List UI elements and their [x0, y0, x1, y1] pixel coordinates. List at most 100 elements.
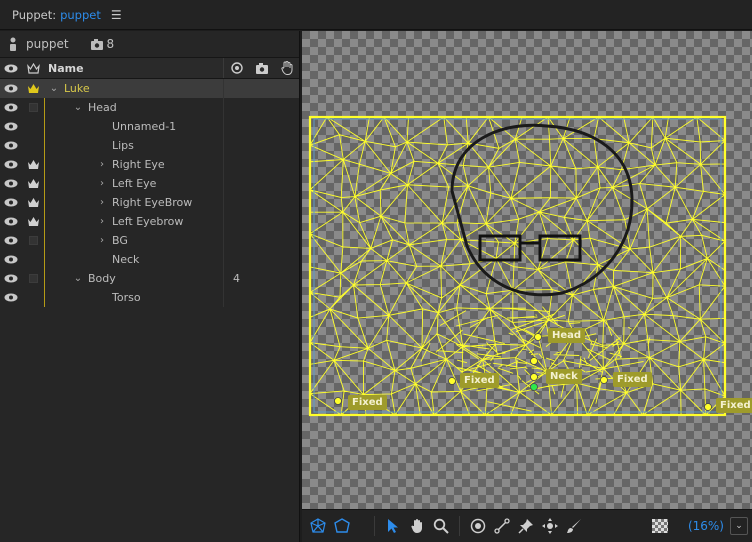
puppet-handle-dot[interactable] — [334, 397, 342, 405]
handle-label-fixed-mid-right[interactable]: Fixed — [613, 372, 652, 387]
layer-value-cell — [223, 117, 299, 136]
layer-row[interactable]: › Right Eye — [0, 155, 299, 174]
eye-icon[interactable] — [0, 293, 22, 302]
layer-value-cell: 4 — [223, 269, 299, 288]
eye-icon[interactable] — [0, 198, 22, 207]
chevron-icon[interactable]: › — [96, 178, 108, 189]
layer-name-cell[interactable]: Neck — [44, 250, 223, 269]
brush-tool-icon[interactable] — [562, 514, 586, 538]
layer-row[interactable]: › Right EyeBrow — [0, 193, 299, 212]
eye-icon[interactable] — [0, 274, 22, 283]
camera-icon[interactable] — [255, 62, 268, 74]
layer-name-cell[interactable]: Torso — [44, 288, 223, 307]
zoom-dropdown-chevron-icon[interactable]: ⌄ — [730, 517, 748, 535]
chevron-icon[interactable]: › — [96, 197, 108, 208]
crown-placeholder[interactable] — [22, 231, 44, 250]
layer-row[interactable]: ⌄ Luke — [0, 79, 299, 98]
hierarchy-line — [44, 231, 45, 250]
layer-name-cell[interactable]: › BG — [44, 231, 223, 250]
stick-tool-icon[interactable] — [490, 514, 514, 538]
crown-icon[interactable] — [22, 79, 44, 98]
layer-value-cell — [223, 98, 299, 117]
eye-icon[interactable] — [0, 160, 22, 169]
crown-icon[interactable] — [22, 212, 44, 231]
layer-row[interactable]: Neck — [0, 250, 299, 269]
puppet-handle-dot[interactable] — [448, 377, 456, 385]
chevron-icon[interactable]: ⌄ — [72, 273, 84, 284]
chevron-icon[interactable]: › — [96, 216, 108, 227]
layer-value-cell — [223, 79, 299, 98]
layer-row[interactable]: ⌄ Head — [0, 98, 299, 117]
hand-pointer-icon[interactable] — [280, 61, 293, 75]
layer-name: Left Eye — [112, 177, 157, 190]
select-arrow-icon[interactable] — [381, 514, 405, 538]
scene-viewport[interactable]: Head Neck Fixed Fixed Fixed Fixed — [302, 31, 752, 509]
handle-label-fixed-right[interactable]: Fixed — [716, 398, 752, 413]
crown-placeholder[interactable] — [22, 98, 44, 117]
eye-icon[interactable] — [0, 255, 22, 264]
layer-name-cell[interactable]: ⌄ Head — [44, 98, 223, 117]
chevron-icon[interactable]: › — [96, 235, 108, 246]
crown-placeholder[interactable] — [22, 269, 44, 288]
outline-view-icon[interactable] — [330, 514, 354, 538]
layer-row[interactable]: Torso — [0, 288, 299, 307]
handle-label-head[interactable]: Head — [548, 328, 586, 343]
eye-icon[interactable] — [0, 141, 22, 150]
crown-icon[interactable] — [22, 155, 44, 174]
mesh-view-icon[interactable] — [306, 514, 330, 538]
crown-icon[interactable] — [22, 174, 44, 193]
layer-row[interactable]: Lips — [0, 136, 299, 155]
pin-tool-icon[interactable] — [514, 514, 538, 538]
zoom-level[interactable]: (16%) — [688, 519, 724, 533]
layer-row[interactable]: › BG — [0, 231, 299, 250]
layer-name-cell[interactable]: Lips — [44, 136, 223, 155]
layer-row[interactable]: › Left Eye — [0, 174, 299, 193]
name-column-header[interactable]: Name — [44, 62, 223, 75]
hand-pan-icon[interactable] — [405, 514, 429, 538]
layer-name-cell[interactable]: Unnamed-1 — [44, 117, 223, 136]
layer-name-cell[interactable]: › Right EyeBrow — [44, 193, 223, 212]
eye-icon[interactable] — [0, 84, 22, 93]
column-tool-icons — [223, 58, 299, 78]
hierarchy-line — [44, 193, 45, 212]
chevron-icon[interactable]: ⌄ — [72, 102, 84, 113]
eye-icon[interactable] — [0, 179, 22, 188]
puppet-handle-dot[interactable] — [530, 357, 538, 365]
handle-tool-icon[interactable] — [466, 514, 490, 538]
layer-name-cell[interactable]: › Right Eye — [44, 155, 223, 174]
layer-row[interactable]: › Left Eyebrow — [0, 212, 299, 231]
hamburger-icon[interactable]: ☰ — [111, 8, 122, 22]
recording-count: 8 — [90, 37, 114, 51]
handle-label-fixed-mid-left[interactable]: Fixed — [460, 373, 499, 388]
mesh-triangles — [309, 116, 726, 416]
eye-icon[interactable] — [0, 122, 22, 131]
eye-icon[interactable] — [0, 236, 22, 245]
panel-title-bar: Puppet: puppet ☰ — [0, 0, 752, 30]
eye-icon[interactable] — [0, 217, 22, 226]
puppet-mesh-canvas[interactable] — [302, 31, 752, 509]
handle-label-fixed-left[interactable]: Fixed — [348, 395, 387, 410]
puppet-panel-tab[interactable]: Puppet: puppet ☰ — [12, 8, 122, 22]
dragger-tool-icon[interactable] — [538, 514, 562, 538]
handle-label-neck[interactable]: Neck — [546, 369, 582, 384]
puppet-handle-dot[interactable] — [600, 376, 608, 384]
layer-name-cell[interactable]: › Left Eye — [44, 174, 223, 193]
zoom-magnifier-icon[interactable] — [429, 514, 453, 538]
chevron-icon[interactable]: › — [96, 159, 108, 170]
checkerboard-toggle-icon[interactable] — [651, 519, 668, 533]
crown-icon[interactable] — [22, 193, 44, 212]
eye-icon[interactable] — [0, 103, 22, 112]
layer-name-cell[interactable]: ⌄ Luke — [44, 79, 223, 98]
puppet-handle-dot[interactable] — [530, 373, 538, 381]
target-icon[interactable] — [230, 62, 243, 74]
layer-name-cell[interactable]: ⌄ Body — [44, 269, 223, 288]
puppet-handle-dot[interactable] — [704, 403, 712, 411]
toolbar-divider — [374, 516, 375, 536]
puppet-handle-dot[interactable] — [530, 383, 538, 391]
puppet-handle-dot[interactable] — [534, 333, 542, 341]
chevron-icon[interactable]: ⌄ — [48, 83, 60, 94]
layer-row[interactable]: Unnamed-1 — [0, 117, 299, 136]
hierarchy-line — [44, 98, 45, 117]
layer-row[interactable]: ⌄ Body 4 — [0, 269, 299, 288]
layer-name-cell[interactable]: › Left Eyebrow — [44, 212, 223, 231]
